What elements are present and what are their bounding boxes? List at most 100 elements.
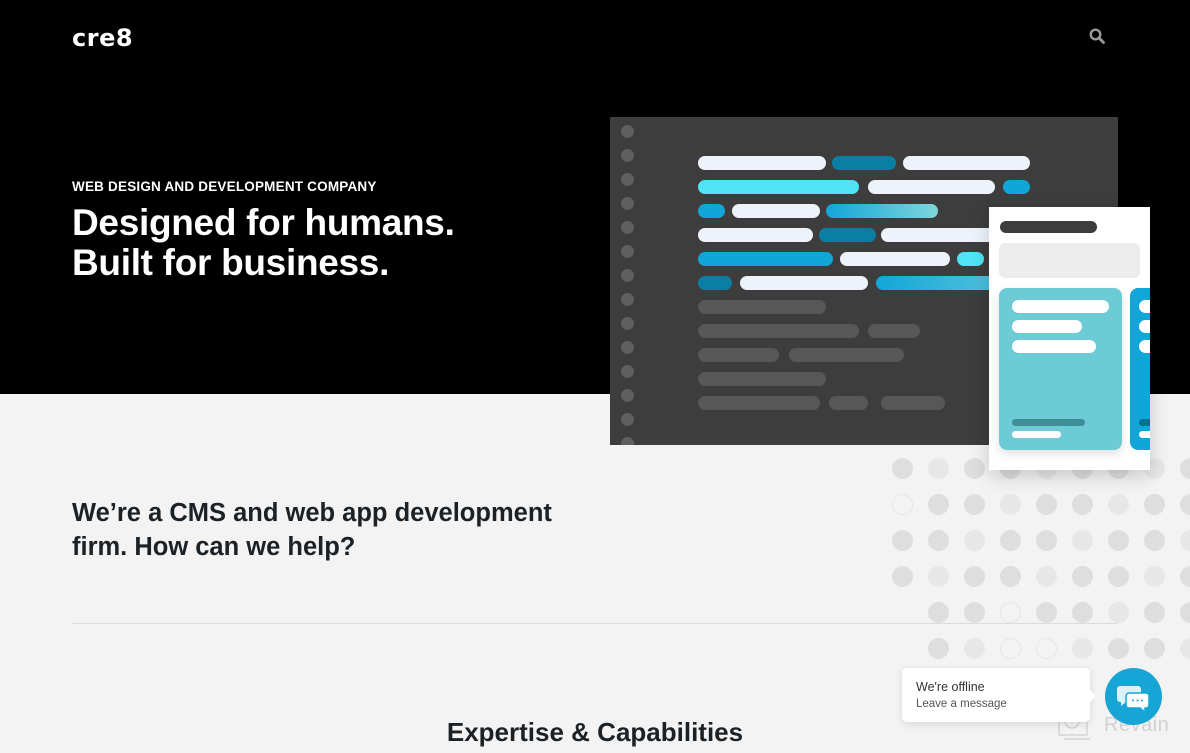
line-gutter-dot [621,221,634,234]
code-line-bar [789,348,904,362]
decorative-dot [1000,638,1021,659]
code-line-bar [698,252,833,266]
code-line-bar [881,396,945,410]
code-line-bar [826,204,938,218]
hero-headline: Designed for humans. Built for business. [72,203,455,283]
decorative-dot [964,602,985,623]
decorative-dot [1108,602,1129,623]
decorative-dot [892,566,913,587]
line-gutter-dot [621,173,634,186]
decorative-dot [1072,566,1093,587]
decorative-dot [1180,566,1190,587]
card-search-box [999,243,1140,278]
decorative-dot [1000,494,1021,515]
decorative-dot [1144,494,1165,515]
mobile-card-illustration [989,207,1150,470]
decorative-dot [928,494,949,515]
code-line-bar [698,180,859,194]
site-logo[interactable]: cre8 [72,24,133,52]
line-gutter-dot [621,365,634,378]
hero-headline-line2: Built for business. [72,242,390,283]
hero-eyebrow: WEB DESIGN AND DEVELOPMENT COMPANY [72,179,377,194]
decorative-dot [892,458,913,479]
decorative-dot [1108,566,1129,587]
decorative-dot [1144,638,1165,659]
line-gutter-dot [621,293,634,306]
card-title-bar [1000,221,1097,233]
code-line-bar [698,156,826,170]
decorative-dot [1144,530,1165,551]
chat-status: We're offline [916,680,985,694]
decorative-dot [1180,530,1190,551]
decorative-dot [928,530,949,551]
nav-services[interactable]: SERVICES [0,0,81,17]
decorative-dot [1072,638,1093,659]
decorative-dot [1036,494,1057,515]
line-gutter-dot [621,389,634,402]
tile-line [1012,300,1109,313]
decorative-dot [1108,494,1129,515]
code-line-bar [698,228,813,242]
code-line-bar [903,156,1030,170]
nav-blog[interactable]: BLOG [224,0,268,17]
intro-heading: We’re a CMS and web app development firm… [72,496,552,564]
intro-heading-line1: We’re a CMS and web app development [72,499,552,527]
decorative-dot [964,566,985,587]
chat-launcher-button[interactable] [1105,668,1162,725]
decorative-dot [928,602,949,623]
decorative-dot [964,530,985,551]
card-tile-teal [999,288,1122,450]
decorative-dot [964,638,985,659]
code-line-bar [698,396,820,410]
decorative-dot [928,458,949,479]
nav-work[interactable]: WORK [85,0,135,17]
line-gutter-dot [621,413,634,426]
code-line-bar [1003,180,1030,194]
nav-about-us[interactable]: ABOUT US [138,0,220,17]
code-line-bar [832,156,896,170]
intro-heading-line2: firm. How can we help? [72,533,356,561]
code-line-bar [698,300,826,314]
line-gutter-dot [621,341,634,354]
line-gutter-dot [621,317,634,330]
decorative-dot [892,530,913,551]
tile-meta-line [1139,431,1150,438]
search-icon[interactable] [1089,28,1105,44]
line-gutter-dot [621,245,634,258]
decorative-dot [1072,602,1093,623]
code-line-bar [957,252,984,266]
decorative-dot [964,458,985,479]
decorative-dot [1180,458,1190,479]
chat-leave-message[interactable]: Leave a message [916,696,1076,713]
line-gutter-dot [621,149,634,162]
tile-meta-line [1139,419,1150,426]
decorative-dot [1000,566,1021,587]
code-line-bar [876,276,1006,290]
decorative-dot [1108,638,1129,659]
code-line-bar [740,276,868,290]
code-line-bar [698,372,826,386]
code-line-bar [881,228,1001,242]
code-line-bar [698,204,725,218]
nav-contact-us[interactable]: CONTACT US [273,0,376,17]
line-gutter-dot [621,125,634,138]
line-gutter-dot [621,269,634,282]
decorative-dot [1144,566,1165,587]
tile-line [1012,320,1082,333]
decorative-dot [892,494,913,515]
tile-line [1012,340,1096,353]
card-tile-blue [1130,288,1150,450]
code-line-bar [732,204,820,218]
section-divider [72,623,1118,624]
main-nav: SERVICES WORK ABOUT US BLOG CONTACT US [0,0,1190,18]
code-line-bar [819,228,876,242]
code-line-bar [868,180,995,194]
decorative-dot [928,566,949,587]
decorative-dot [1180,638,1190,659]
tile-line [1139,320,1150,333]
tile-line [1139,300,1150,313]
decorative-dot [1072,530,1093,551]
chat-offline-bubble[interactable]: We're offline Leave a message [902,668,1096,722]
tile-meta-line [1012,431,1061,438]
decorative-dot [1036,566,1057,587]
